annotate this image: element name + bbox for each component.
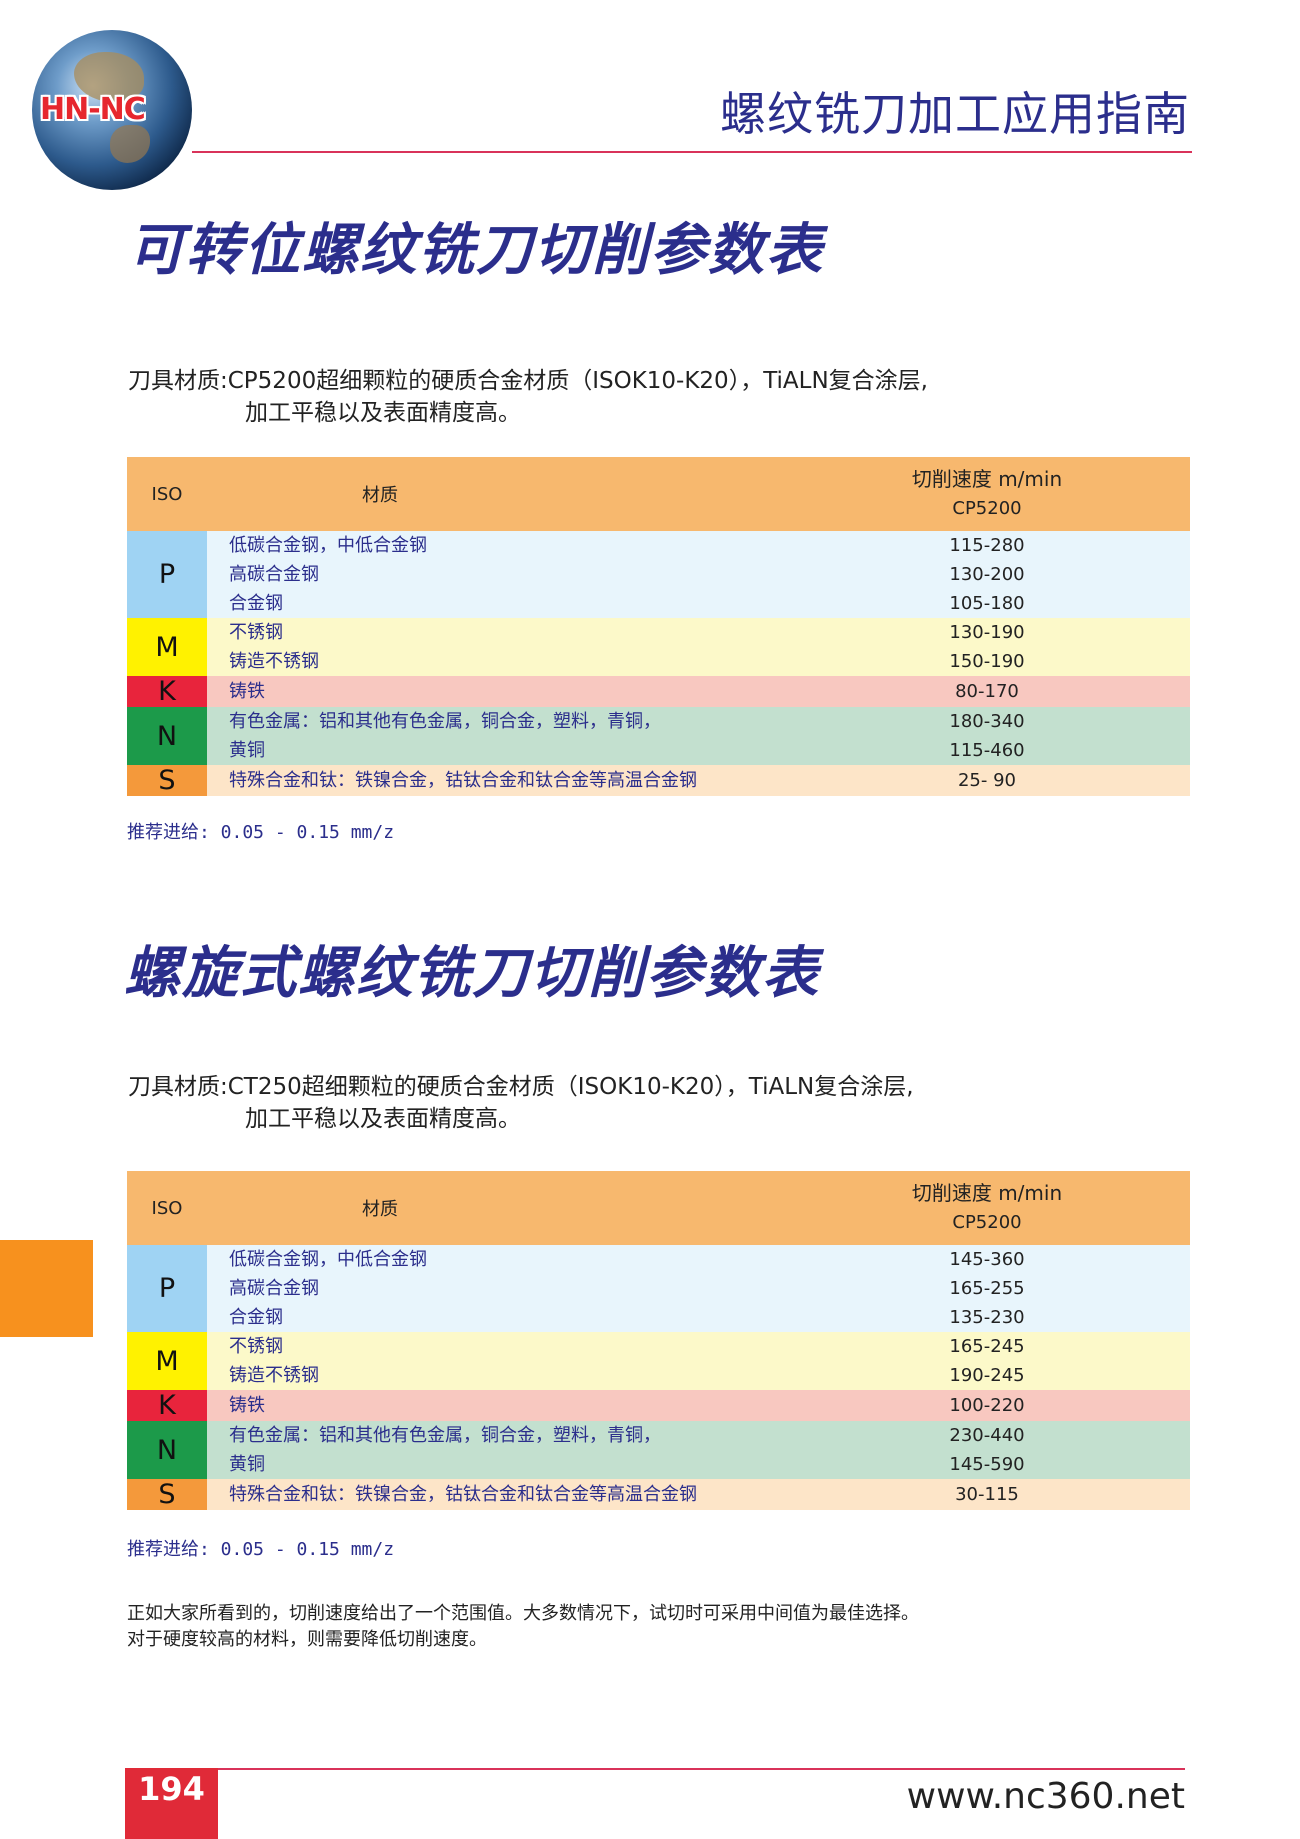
table-row: 铸造不锈钢 150-190 bbox=[127, 647, 1190, 676]
speed-cell: 230-440 bbox=[949, 1425, 1025, 1446]
header-material: 材质 bbox=[207, 1171, 784, 1245]
speed-cell: 105-180 bbox=[949, 593, 1025, 614]
header-divider bbox=[192, 151, 1192, 153]
table-row: 黄铜 115-460 bbox=[127, 736, 1190, 765]
table-row: K 铸铁 100-220 bbox=[127, 1390, 1190, 1421]
iso-code-P: P bbox=[127, 531, 207, 618]
speed-cell: 100-220 bbox=[949, 1395, 1025, 1416]
table-row: N 有色金属：铝和其他有色金属，铜合金，塑料，青铜， 230-440 bbox=[127, 1421, 1190, 1479]
website-url: www.nc360.net bbox=[906, 1776, 1185, 1817]
material-cell: 铸铁 bbox=[229, 681, 265, 702]
material-cell: 低碳合金钢，中低合金钢 bbox=[229, 535, 427, 556]
material-cell: 特殊合金和钛：铁镍合金，钴钛合金和钛合金等高温合金钢 bbox=[229, 770, 697, 791]
speed-cell: 145-360 bbox=[949, 1249, 1025, 1270]
cutting-parameter-table-2: ISO 材质 切削速度 m/min CP5200 P 低碳合金钢，中低合金钢 145-360… bbox=[127, 1171, 1190, 1510]
speed-cell: 30-115 bbox=[955, 1484, 1019, 1505]
speed-cell: 165-245 bbox=[949, 1336, 1025, 1357]
chapter-side-tab bbox=[0, 1240, 93, 1337]
header-material: 材质 bbox=[207, 457, 784, 531]
header-speed-label: 切削速度 m/min bbox=[911, 1181, 1063, 1205]
speed-cell: 135-230 bbox=[949, 1307, 1025, 1328]
iso-code-S: S bbox=[127, 765, 207, 796]
header-grade: CP5200 bbox=[952, 1212, 1022, 1233]
iso-code-M: M bbox=[127, 1332, 207, 1390]
remark-line2: 对于硬度较高的材料，则需要降低切削速度。 bbox=[127, 1629, 487, 1650]
speed-cell: 165-255 bbox=[949, 1278, 1025, 1299]
material-cell: 有色金属：铝和其他有色金属，铜合金，塑料，青铜， bbox=[229, 711, 661, 732]
table-row: 合金钢 135-230 bbox=[127, 1303, 1190, 1332]
header-iso: ISO bbox=[127, 1171, 207, 1245]
globe-land-shape bbox=[110, 125, 150, 163]
section2-material-line2: 加工平稳以及表面精度高。 bbox=[245, 1106, 521, 1132]
speed-cell: 180-340 bbox=[949, 711, 1025, 732]
material-cell: 不锈钢 bbox=[229, 622, 283, 643]
material-cell: 低碳合金钢，中低合金钢 bbox=[229, 1249, 427, 1270]
table-row: 铸造不锈钢 190-245 bbox=[127, 1361, 1190, 1390]
speed-cell: 190-245 bbox=[949, 1365, 1025, 1386]
table-row: P 低碳合金钢，中低合金钢 145-360 bbox=[127, 1245, 1190, 1332]
page-number: 194 bbox=[138, 1770, 205, 1808]
speed-cell: 130-200 bbox=[949, 564, 1025, 585]
iso-code-K: K bbox=[127, 1390, 207, 1421]
logo-text: HN-NC bbox=[40, 92, 146, 127]
table-row: P 低碳合金钢，中低合金钢 115-280 bbox=[127, 531, 1190, 618]
guide-title: 螺纹铣刀加工应用指南 bbox=[720, 87, 1190, 141]
material-cell: 铸造不锈钢 bbox=[229, 1365, 319, 1386]
table-row: S 特殊合金和钛：铁镍合金，钴钛合金和钛合金等高温合金钢 30-115 bbox=[127, 1479, 1190, 1510]
speed-cell: 150-190 bbox=[949, 651, 1025, 672]
iso-code-N: N bbox=[127, 707, 207, 765]
header-grade: CP5200 bbox=[952, 498, 1022, 519]
footer-divider bbox=[125, 1768, 1185, 1770]
section1-title: 可转位螺纹铣刀切削参数表 bbox=[128, 218, 824, 283]
material-cell: 铸铁 bbox=[229, 1395, 265, 1416]
material-cell: 黄铜 bbox=[229, 740, 265, 761]
section2-material-line1: 刀具材质:CT250超细颗粒的硬质合金材质（ISOK10-K20），TiALN复… bbox=[128, 1074, 914, 1100]
material-cell: 铸造不锈钢 bbox=[229, 651, 319, 672]
company-logo: HN-NC bbox=[32, 30, 192, 190]
table-row: S 特殊合金和钛：铁镍合金，钴钛合金和钛合金等高温合金钢 25- 90 bbox=[127, 765, 1190, 796]
table-row: 高碳合金钢 130-200 bbox=[127, 560, 1190, 589]
material-cell: 黄铜 bbox=[229, 1454, 265, 1475]
speed-cell: 80-170 bbox=[955, 681, 1019, 702]
speed-cell: 25- 90 bbox=[957, 770, 1017, 791]
table-row: 合金钢 105-180 bbox=[127, 589, 1190, 618]
table-row: 黄铜 145-590 bbox=[127, 1450, 1190, 1479]
table-row: 高碳合金钢 165-255 bbox=[127, 1274, 1190, 1303]
iso-code-M: M bbox=[127, 618, 207, 676]
material-cell: 特殊合金和钛：铁镍合金，钴钛合金和钛合金等高温合金钢 bbox=[229, 1484, 697, 1505]
cutting-parameter-table-1: ISO 材质 切削速度 m/min CP5200 P 低碳合金钢，中低合金钢 115-280… bbox=[127, 457, 1190, 796]
section2-title: 螺旋式螺纹铣刀切削参数表 bbox=[124, 941, 820, 1006]
section1-feed-note: 推荐进给: 0.05 - 0.15 mm/z bbox=[127, 822, 395, 843]
iso-code-N: N bbox=[127, 1421, 207, 1479]
section1-material-line1: 刀具材质:CP5200超细颗粒的硬质合金材质（ISOK10-K20），TiALN… bbox=[128, 368, 928, 394]
speed-cell: 115-460 bbox=[949, 740, 1025, 761]
speed-cell: 115-280 bbox=[949, 535, 1025, 556]
header-speed-label: 切削速度 m/min bbox=[911, 467, 1063, 491]
material-cell: 不锈钢 bbox=[229, 1336, 283, 1357]
speed-cell: 145-590 bbox=[949, 1454, 1025, 1475]
iso-code-S: S bbox=[127, 1479, 207, 1510]
iso-code-K: K bbox=[127, 676, 207, 707]
header-speed: 切削速度 m/min CP5200 bbox=[784, 1171, 1190, 1245]
iso-code-P: P bbox=[127, 1245, 207, 1332]
table-row: N 有色金属：铝和其他有色金属，铜合金，塑料，青铜， 180-340 bbox=[127, 707, 1190, 765]
material-cell: 高碳合金钢 bbox=[229, 1278, 319, 1299]
speed-cell: 130-190 bbox=[949, 622, 1025, 643]
header-speed: 切削速度 m/min CP5200 bbox=[784, 457, 1190, 531]
section2-feed-note: 推荐进给: 0.05 - 0.15 mm/z bbox=[127, 1539, 395, 1560]
table-row: M 不锈钢 130-190 bbox=[127, 618, 1190, 676]
remark-line1: 正如大家所看到的，切削速度给出了一个范围值。大多数情况下，试切时可采用中间值为最… bbox=[127, 1603, 919, 1624]
material-cell: 高碳合金钢 bbox=[229, 564, 319, 585]
material-cell: 合金钢 bbox=[229, 1307, 283, 1328]
material-cell: 合金钢 bbox=[229, 593, 283, 614]
table-row: K 铸铁 80-170 bbox=[127, 676, 1190, 707]
section1-material-line2: 加工平稳以及表面精度高。 bbox=[245, 400, 521, 426]
table-row: M 不锈钢 165-245 bbox=[127, 1332, 1190, 1390]
material-cell: 有色金属：铝和其他有色金属，铜合金，塑料，青铜， bbox=[229, 1425, 661, 1446]
header-iso: ISO bbox=[127, 457, 207, 531]
